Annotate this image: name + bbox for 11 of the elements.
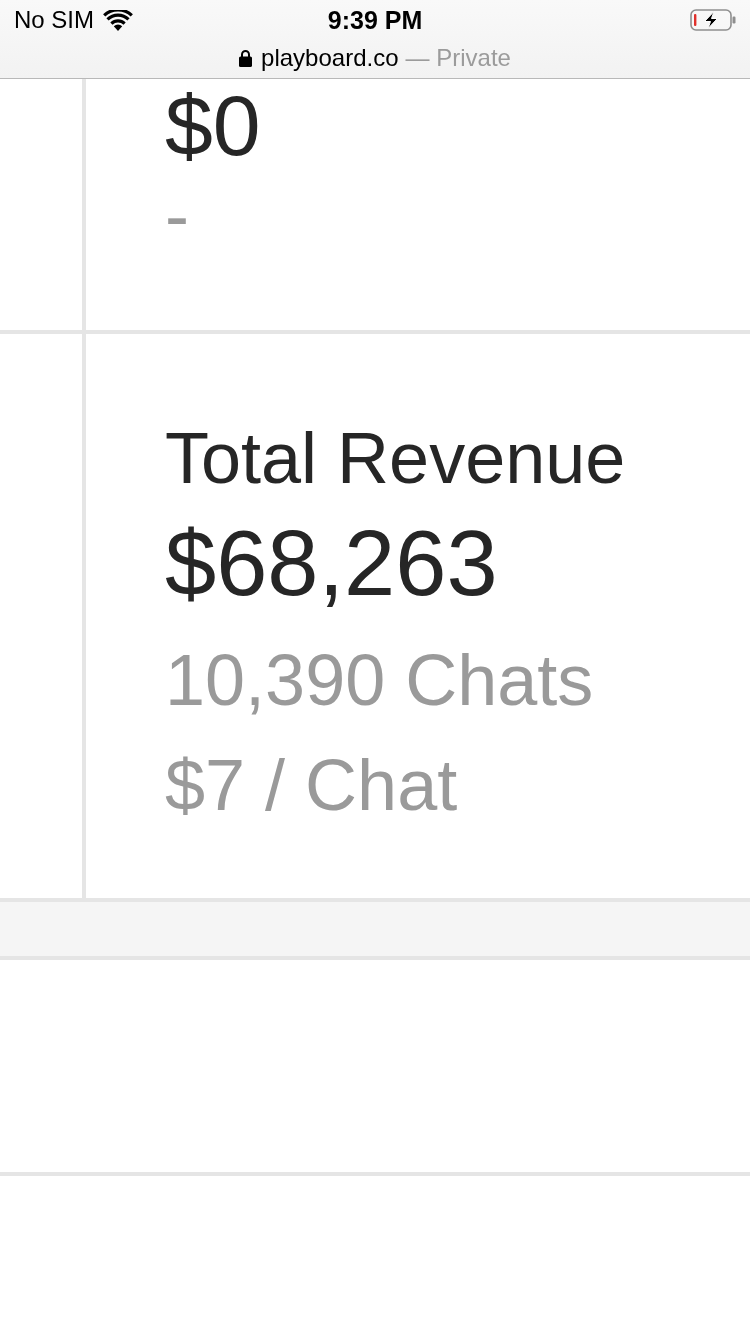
carrier-label: No SIM	[14, 6, 94, 34]
private-mode-label: — Private	[405, 44, 511, 72]
wifi-icon	[103, 9, 133, 31]
clock-time: 9:39 PM	[327, 5, 423, 35]
stat-detail: -	[165, 175, 190, 255]
stat-detail: 10,390 Chats	[165, 639, 595, 722]
url-text[interactable]: playboard.co	[261, 44, 399, 72]
stat-value: $68,263	[165, 513, 499, 613]
stat-detail: $7 / Chat	[165, 744, 459, 827]
stat-label: Total Revenue	[165, 417, 627, 500]
stat-value: $0	[165, 79, 262, 171]
